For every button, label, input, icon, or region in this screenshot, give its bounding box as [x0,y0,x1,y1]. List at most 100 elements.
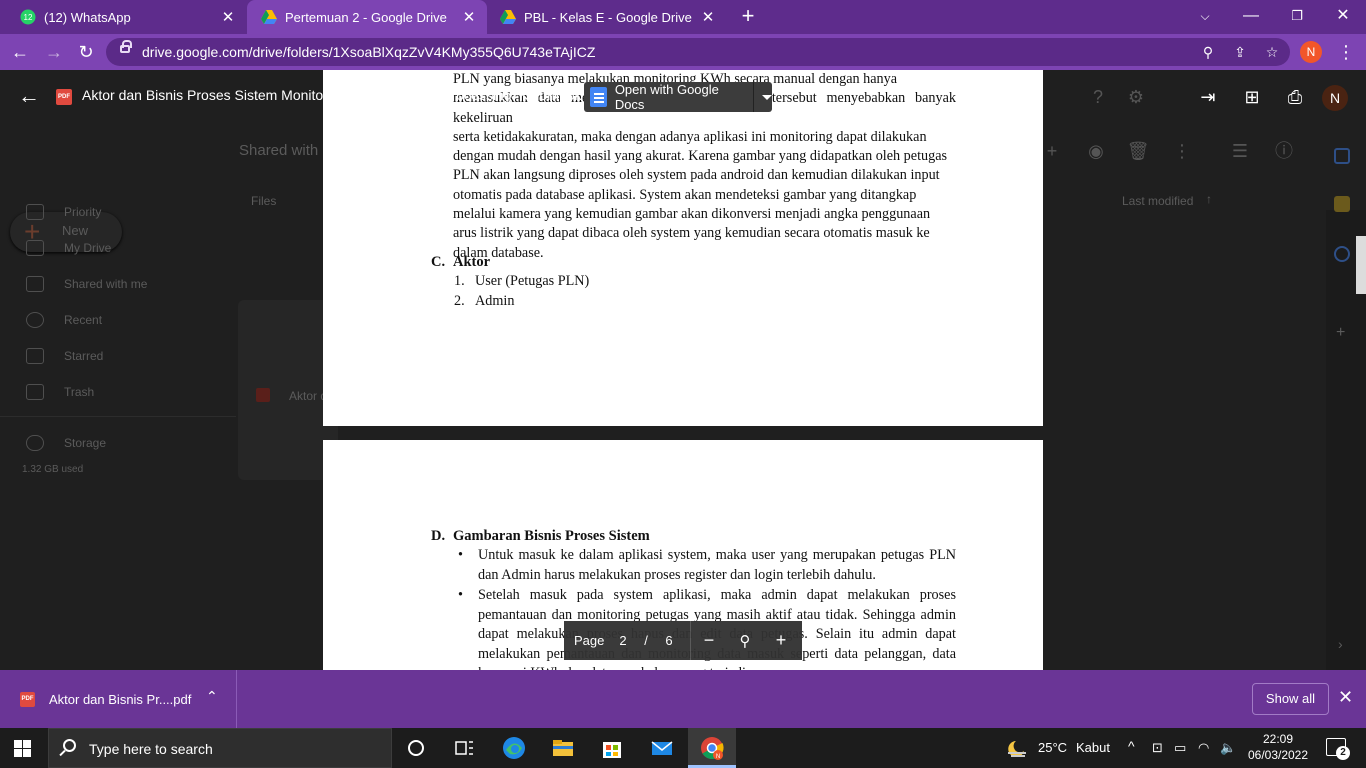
bookmark-star-icon[interactable]: ☆ [1262,42,1282,62]
notification-count: 2 [1336,746,1350,760]
chevron-right-icon: › [1338,636,1343,652]
weather-temp[interactable]: 25°C [1038,740,1067,755]
open-in-new-window-icon[interactable]: ⇥ [1196,86,1220,108]
cortana-icon[interactable] [402,734,430,762]
trash-icon [26,384,44,400]
scrollbar-thumb[interactable] [1356,236,1366,294]
total-pages: 6 [665,633,673,648]
zoom-out-icon[interactable]: − [691,630,727,651]
minimize-button[interactable]: — [1228,0,1274,34]
forward-button[interactable]: → [42,40,66,64]
volume-icon[interactable]: 🔈 [1220,740,1236,756]
profile-avatar[interactable]: N [1300,41,1322,63]
system-clock[interactable]: 22:09 06/03/2022 [1246,731,1310,763]
restore-button[interactable]: ❐ [1274,0,1320,34]
new-tab-button[interactable]: + [736,5,760,29]
nav-recent: Recent [26,312,102,328]
task-view-icon[interactable] [450,734,478,762]
bullet-item: • Untuk masuk ke dalam aplikasi system, m… [458,547,956,583]
help-icon: ? [1092,87,1103,107]
close-tab-icon[interactable]: ✕ [461,8,477,26]
browser-menu-icon[interactable]: ⋮ [1334,40,1358,64]
trash-icon: 🗑 [1126,141,1150,161]
download-item[interactable]: PDF Aktor dan Bisnis Pr....pdf ⌃ [0,670,237,728]
add-shortcut-icon[interactable]: ⊞ [1240,86,1264,108]
network-icon[interactable]: ⊡ [1152,740,1163,756]
download-file-name: Aktor dan Bisnis Pr....pdf [49,692,192,707]
tab-title: PBL - Kelas E - Google Drive [524,9,692,25]
tab-whatsapp[interactable]: 12 (12) WhatsApp ✕ [6,0,246,34]
bullet-icon: • [458,547,463,563]
pdf-file-icon: PDF [56,89,72,105]
section-c-heading: C. Aktor [431,254,491,270]
chrome-icon[interactable]: N [698,734,726,762]
divider [753,82,754,112]
nav-starred: Starred [26,348,103,364]
tasks-icon [1334,246,1350,262]
print-icon[interactable]: ⎙ [1283,86,1307,108]
battery-icon[interactable]: ▭ [1174,740,1186,756]
zoom-magnifier-icon[interactable]: ⚲ [727,632,763,650]
tab-search-icon[interactable]: ⌵ [1182,0,1228,34]
wifi-icon[interactable]: ◠ [1198,740,1209,756]
add-addon-icon: + [1336,324,1346,341]
windows-taskbar: Type here to search N 25°C Kabut ^ ⊡ ▭ ◠… [0,728,1366,768]
chevron-up-icon[interactable]: ⌃ [206,688,218,705]
close-window-button[interactable]: ✕ [1320,0,1366,34]
open-with-button[interactable]: Open with Google Docs [584,82,772,112]
keep-icon [1334,196,1350,212]
nav-shared: Shared with me [26,276,147,292]
back-button[interactable]: ← [8,40,32,64]
page-separator: / [644,633,648,648]
nav-storage: Storage [26,435,106,451]
address-bar[interactable]: drive.google.com/drive/folders/1XsoaBlXq… [106,38,1290,66]
close-viewer-arrow-icon[interactable]: ← [18,84,40,108]
sort-arrow-icon: ↑ [1206,192,1212,206]
open-with-label: Open with Google Docs [614,82,719,112]
nav-trash: Trash [26,384,94,400]
chevron-up-icon[interactable]: ^ [1128,738,1135,754]
tab-pbl-kelas-e[interactable]: PBL - Kelas E - Google Drive ✕ [486,0,726,34]
nav-my-drive: My Drive [26,240,111,256]
close-tab-icon[interactable]: ✕ [700,8,716,26]
list-view-icon: ☰ [1231,141,1249,161]
browser-tab-strip: 12 (12) WhatsApp ✕ Pertemuan 2 - Google … [0,0,1366,34]
zoom-icon[interactable]: ⚲ [1198,42,1218,62]
tab-pertemuan-2[interactable]: Pertemuan 2 - Google Drive ✕ [247,0,487,34]
notification-center-icon[interactable]: 2 [1326,738,1350,760]
reload-button[interactable]: ↻ [74,40,98,64]
share-icon[interactable]: ⇪ [1230,42,1250,62]
whatsapp-icon: 12 [20,9,36,25]
svg-text:12: 12 [24,13,33,22]
close-downloads-icon[interactable]: ✕ [1338,687,1353,708]
taskbar-search-box[interactable]: Type here to search [48,728,392,768]
mail-icon[interactable] [648,734,676,762]
weather-moon-icon [1008,741,1026,757]
list-item: 1. User (Petugas PLN) [454,273,590,289]
divider [0,416,236,417]
account-avatar[interactable]: N [1322,85,1348,111]
dropdown-caret-icon[interactable] [762,94,772,100]
search-icon [63,739,76,752]
star-icon [26,348,44,364]
sort-label: Last modified [1122,194,1194,208]
close-tab-icon[interactable]: ✕ [220,8,236,26]
current-page[interactable]: 2 [614,633,632,648]
viewer-header: ← PDF Aktor dan Bisnis Proses Sistem Mon… [0,70,1366,161]
google-docs-icon [590,87,607,107]
file-name-partial: Aktor d [289,389,328,403]
tab-title: (12) WhatsApp [44,9,131,25]
downloads-bar: PDF Aktor dan Bisnis Pr....pdf ⌃ Show al… [0,670,1366,728]
lock-icon [120,40,132,53]
microsoft-store-icon[interactable] [598,734,626,762]
tab-title: Pertemuan 2 - Google Drive [285,9,447,25]
viewer-file-name: Aktor dan Bisnis Proses Sistem Monitori … [82,87,617,103]
file-explorer-icon[interactable] [549,734,577,762]
add-person-icon: + [1046,141,1058,161]
show-all-button[interactable]: Show all [1252,683,1329,715]
edge-icon[interactable] [500,734,528,762]
zoom-in-icon[interactable]: + [763,630,799,651]
svg-text:N: N [716,754,720,760]
windows-start-icon[interactable] [14,740,31,757]
weather-desc[interactable]: Kabut [1076,740,1110,755]
